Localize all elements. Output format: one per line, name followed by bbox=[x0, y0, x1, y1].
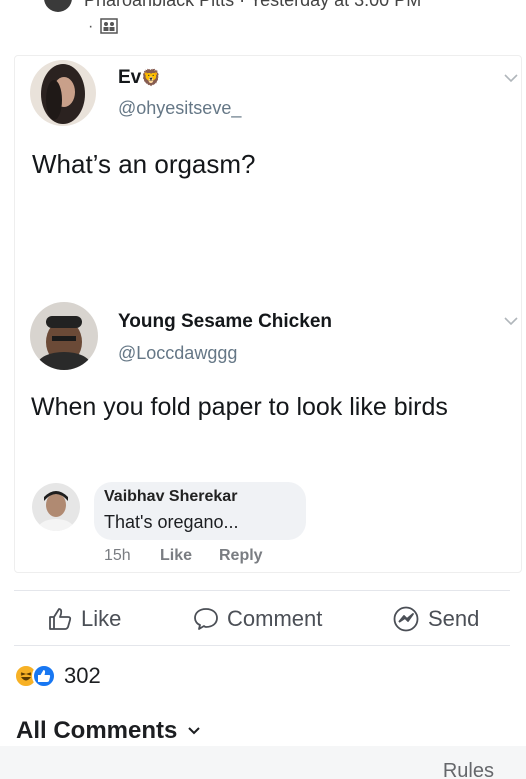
tweet-avatar-2 bbox=[30, 302, 98, 370]
comment-text: That's oregano... bbox=[104, 512, 239, 532]
friends-icon[interactable] bbox=[100, 18, 118, 34]
comment-label: Comment bbox=[227, 606, 323, 631]
post-header: Pharoahblack Pitts · Yesterday at 3:00 P… bbox=[0, 0, 526, 48]
lion-emoji-icon: 🦁 bbox=[141, 70, 162, 87]
like-reaction-icon bbox=[32, 664, 56, 688]
like-label: Like bbox=[81, 606, 122, 631]
comment-bubble[interactable]: Vaibhav Sherekar That's oregano... bbox=[94, 482, 306, 540]
tweet-author-name-1: Ev🦁 bbox=[118, 67, 161, 89]
tweet-author-name-2: Young Sesame Chicken bbox=[118, 311, 332, 332]
comments-filter-label: All Comments bbox=[16, 717, 178, 744]
chevron-down-icon bbox=[188, 727, 201, 735]
send-label: Send bbox=[428, 606, 480, 631]
thumbs-up-icon bbox=[49, 608, 72, 630]
tweet-text-1: What’s an orgasm? bbox=[32, 149, 256, 179]
post-author-timestamp[interactable]: Pharoahblack Pitts · Yesterday at 3:00 P… bbox=[84, 0, 421, 11]
tweet-handle-1: @ohyesitseve_ bbox=[118, 98, 242, 118]
reaction-count[interactable]: 302 bbox=[64, 663, 101, 689]
divider-bottom bbox=[14, 645, 510, 646]
author-avatar[interactable] bbox=[44, 0, 72, 12]
comments-filter-dropdown[interactable]: All Comments bbox=[16, 717, 201, 745]
comment-like-link[interactable]: Like bbox=[160, 547, 192, 565]
separator-dot: · bbox=[88, 18, 94, 35]
reactions-summary[interactable]: 302 bbox=[14, 663, 101, 689]
comment-timestamp: 15h bbox=[104, 547, 131, 564]
commenter-avatar[interactable] bbox=[32, 483, 80, 531]
chevron-down-icon[interactable] bbox=[504, 316, 518, 326]
speech-bubble-icon bbox=[194, 608, 218, 630]
send-button[interactable]: Send bbox=[392, 603, 479, 635]
like-button[interactable]: Like bbox=[47, 603, 121, 635]
commenter-name[interactable]: Vaibhav Sherekar bbox=[104, 488, 237, 506]
messenger-icon bbox=[393, 606, 419, 632]
divider-top bbox=[14, 590, 510, 591]
tweet-handle-2: @Loccdawggg bbox=[118, 343, 238, 363]
comment-button[interactable]: Comment bbox=[193, 603, 322, 635]
tweet-text-2: When you fold paper to look like birds bbox=[31, 393, 448, 421]
rules-link[interactable]: Rules bbox=[443, 760, 494, 779]
tweet-author-name-text: Ev bbox=[118, 67, 142, 88]
chevron-down-icon[interactable] bbox=[504, 73, 518, 83]
tweet-avatar-1 bbox=[30, 60, 96, 126]
comment-reply-link[interactable]: Reply bbox=[219, 547, 263, 565]
